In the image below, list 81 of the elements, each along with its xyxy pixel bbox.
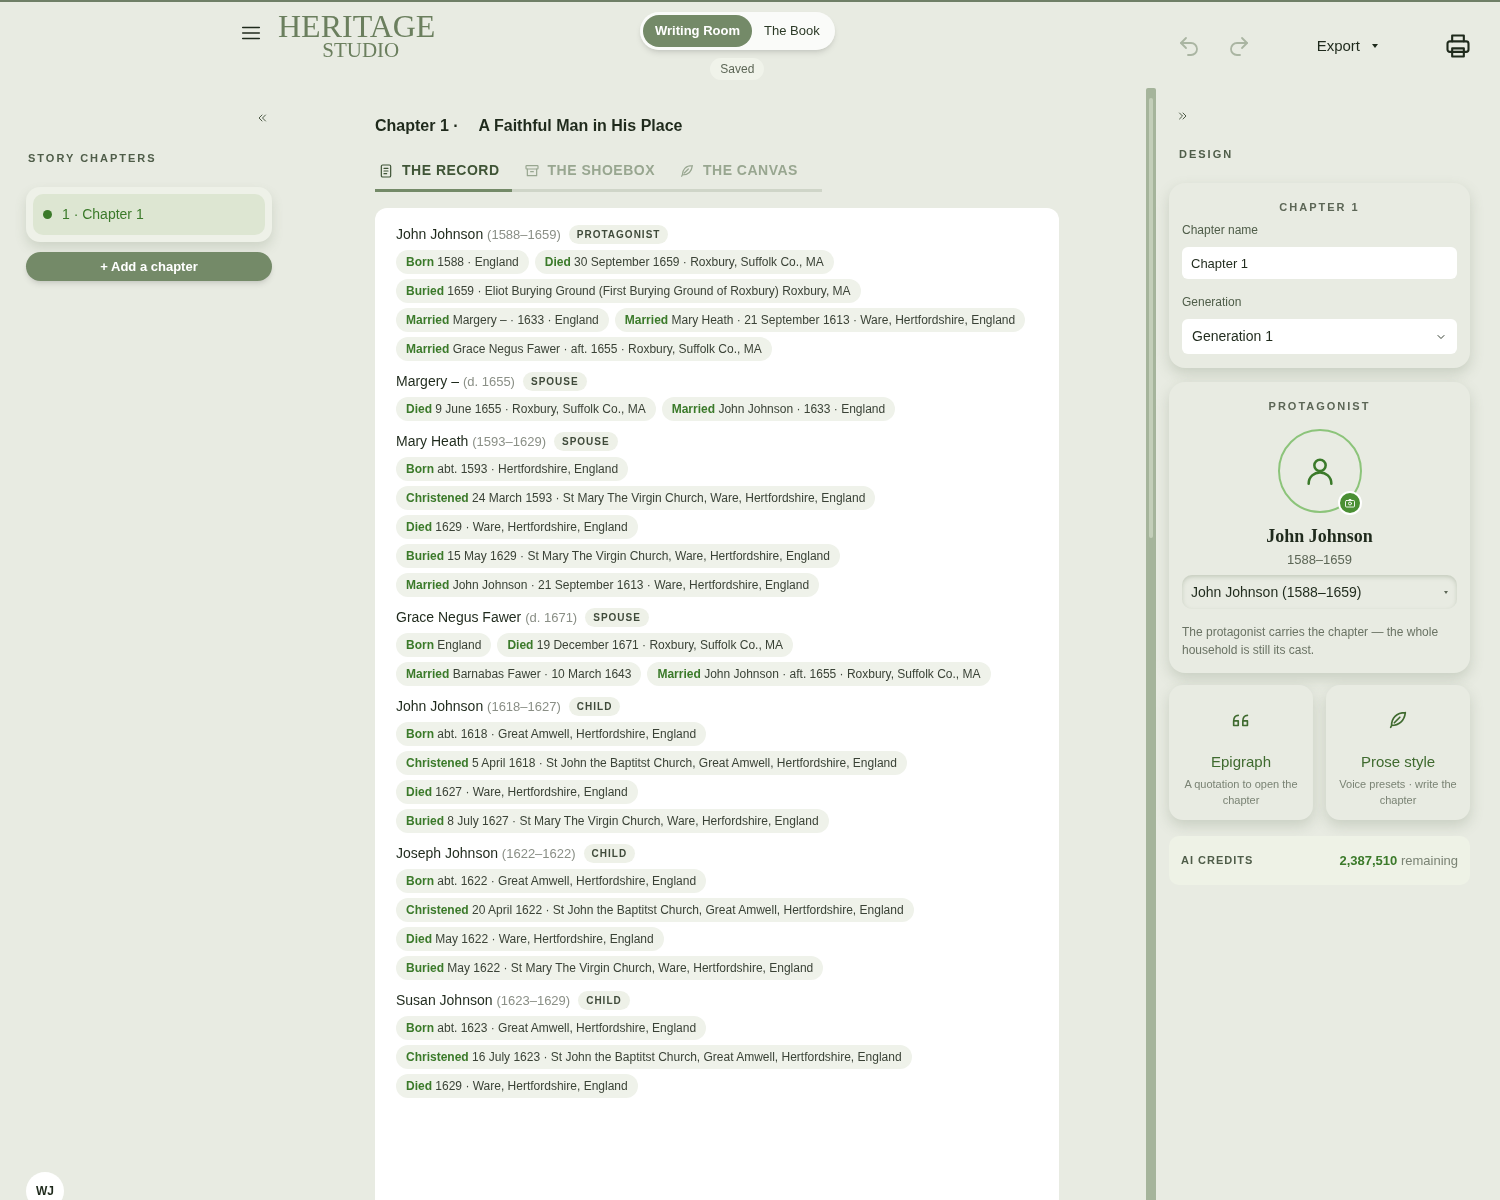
event-chip: Married Barnabas Fawer · 10 March 1643 xyxy=(396,662,642,686)
tab[interactable]: THE RECORD xyxy=(375,160,512,192)
role-badge: SPOUSE xyxy=(554,432,618,451)
user-avatar[interactable]: WJ xyxy=(26,1172,64,1200)
tool-card[interactable]: Prose style Voice presets · write the chapter xyxy=(1326,685,1470,820)
role-badge: CHILD xyxy=(578,991,630,1010)
event-chip: Married John Johnson · aft. 1655 · Roxbury, Suffolk Co., MA xyxy=(647,662,991,686)
event-chip: Born abt. 1623 · Great Amwell, Hertfordshire, England xyxy=(396,1016,707,1040)
event-chip: Died 1629 · Ware, Hertfordshire, England xyxy=(396,515,638,539)
person-name: John Johnson (1588–1659) xyxy=(396,225,561,244)
event-chip: Born England xyxy=(396,633,492,657)
event-chip: Died 19 December 1671 · Roxbury, Suffolk Co., MA xyxy=(497,633,794,657)
mode-tab[interactable]: Writing Room xyxy=(643,15,752,47)
field-label: Generation xyxy=(1182,294,1243,311)
protagonist-select[interactable]: John Johnson (1588–1659) xyxy=(1182,575,1457,609)
chapter-title: A Faithful Man in His Place xyxy=(478,116,683,136)
section-title: DESIGN xyxy=(1179,147,1235,162)
event-chip: Born abt. 1622 · Great Amwell, Hertfordshire, England xyxy=(396,869,707,893)
event-chip: Born 1588 · England xyxy=(396,250,529,274)
person-name: Margery – (d. 1655) xyxy=(396,372,515,391)
role-badge: PROTAGONIST xyxy=(568,225,669,244)
mode-tab[interactable]: The Book xyxy=(752,15,832,47)
caret-icon xyxy=(1444,590,1448,594)
box-icon xyxy=(523,162,540,179)
camera-button[interactable] xyxy=(1337,490,1362,515)
camera-icon xyxy=(1343,496,1356,509)
expand-icon[interactable] xyxy=(1177,110,1189,122)
event-chip: Married Grace Negus Fawer · aft. 1655 · Roxbury, Suffolk Co., MA xyxy=(396,337,772,361)
role-badge: CHILD xyxy=(568,697,621,716)
person-name: Mary Heath (1593–1629) xyxy=(396,432,546,451)
event-chip: Christened 5 April 1618 · St John the Baptitst Church, Great Amwell, Hertfordshire, England xyxy=(396,751,907,775)
card-heading: CHAPTER 1 xyxy=(1278,199,1361,215)
collapse-icon[interactable] xyxy=(256,112,268,124)
credits-amount: 2,387,510 remaining xyxy=(1339,851,1458,870)
role-badge: SPOUSE xyxy=(522,372,587,391)
export-button[interactable]: Export xyxy=(1316,34,1378,58)
protagonist-dates: 1588–1659 xyxy=(1286,550,1353,569)
feather-icon xyxy=(1387,709,1409,731)
event-chip: Died May 1622 · Ware, Hertfordshire, England xyxy=(396,927,664,951)
event-chip: Christened 16 July 1623 · St John the Baptitst Church, Great Amwell, Hertfordshire, England xyxy=(396,1045,912,1069)
credits-label: AI CREDITS xyxy=(1181,853,1254,868)
field-label: Chapter name xyxy=(1182,222,1260,239)
role-badge: SPOUSE xyxy=(585,608,649,627)
add-chapter-button[interactable]: + Add a chapter xyxy=(26,251,272,281)
event-chip: Married John Johnson · 1633 · England xyxy=(661,397,896,421)
print-icon[interactable] xyxy=(1444,32,1472,60)
role-badge: CHILD xyxy=(583,844,636,863)
person-name: Joseph Johnson (1622–1622) xyxy=(396,844,576,863)
protagonist-name: John Johnson xyxy=(1266,524,1373,548)
generation-select[interactable]: Generation 1 xyxy=(1182,319,1457,354)
event-chip: Buried 1659 · Eliot Burying Ground (First Burying Ground of Roxbury) Roxbury, MA xyxy=(396,279,861,303)
helper-text: The protagonist carries the chapter — the whole household is still its cast. xyxy=(1182,624,1440,659)
event-chip: Born abt. 1593 · Hertfordshire, England xyxy=(396,457,629,481)
section-title: STORY CHAPTERS xyxy=(28,151,158,166)
logo[interactable]: HERITAGE STUDIO xyxy=(278,10,436,61)
event-chip: Married Margery – · 1633 · England xyxy=(396,308,609,332)
tool-card[interactable]: Epigraph A quotation to open the chapter xyxy=(1169,685,1313,820)
event-chip: Died 1629 · Ware, Hertfordshire, England xyxy=(396,1074,638,1098)
card-heading: PROTAGONIST xyxy=(1268,399,1371,414)
chapter-number: Chapter 1 · xyxy=(375,116,459,136)
chapter-name-field[interactable]: Chapter 1 xyxy=(1182,247,1457,279)
chapter-item[interactable]: 1 · Chapter 1 xyxy=(33,193,265,235)
event-chip: Buried 15 May 1629 · St Mary The Virgin Church, Ware, Hertfordshire, England xyxy=(396,544,840,568)
event-chip: Christened 20 April 1622 · St John the Baptitst Church, Great Amwell, Hertfordshire, England xyxy=(396,898,914,922)
event-chip: Buried May 1622 · St Mary The Virgin Church, Ware, Hertfordshire, England xyxy=(396,956,824,980)
save-status: Saved xyxy=(710,57,765,80)
document-icon xyxy=(378,162,394,179)
event-chip: Married Mary Heath · 21 September 1613 · Ware, Hertfordshire, England xyxy=(614,308,1026,332)
person-name: Grace Negus Fawer (d. 1671) xyxy=(396,608,578,627)
event-chip: Died 1627 · Ware, Hertfordshire, England xyxy=(396,780,638,804)
scrollbar[interactable] xyxy=(1146,88,1156,1200)
event-chip: Died 30 September 1659 · Roxbury, Suffolk Co., MA xyxy=(534,250,834,274)
event-chip: Buried 8 July 1627 · St Mary The Virgin Church, Ware, Herfordshire, England xyxy=(396,809,829,833)
person-name: John Johnson (1618–1627) xyxy=(396,697,561,716)
event-chip: Christened 24 March 1593 · St Mary The Virgin Church, Ware, Hertfordshire, England xyxy=(396,486,876,510)
caret-icon xyxy=(1372,44,1378,48)
person-name: Susan Johnson (1623–1629) xyxy=(396,991,571,1010)
event-chip: Died 9 June 1655 · Roxbury, Suffolk Co., MA xyxy=(396,397,656,421)
event-chip: Born abt. 1618 · Great Amwell, Hertfordshire, England xyxy=(396,722,707,746)
feather-icon xyxy=(678,162,695,179)
event-chip: Married John Johnson · 21 September 1613 · Ware, Hertfordshire, England xyxy=(396,573,820,597)
